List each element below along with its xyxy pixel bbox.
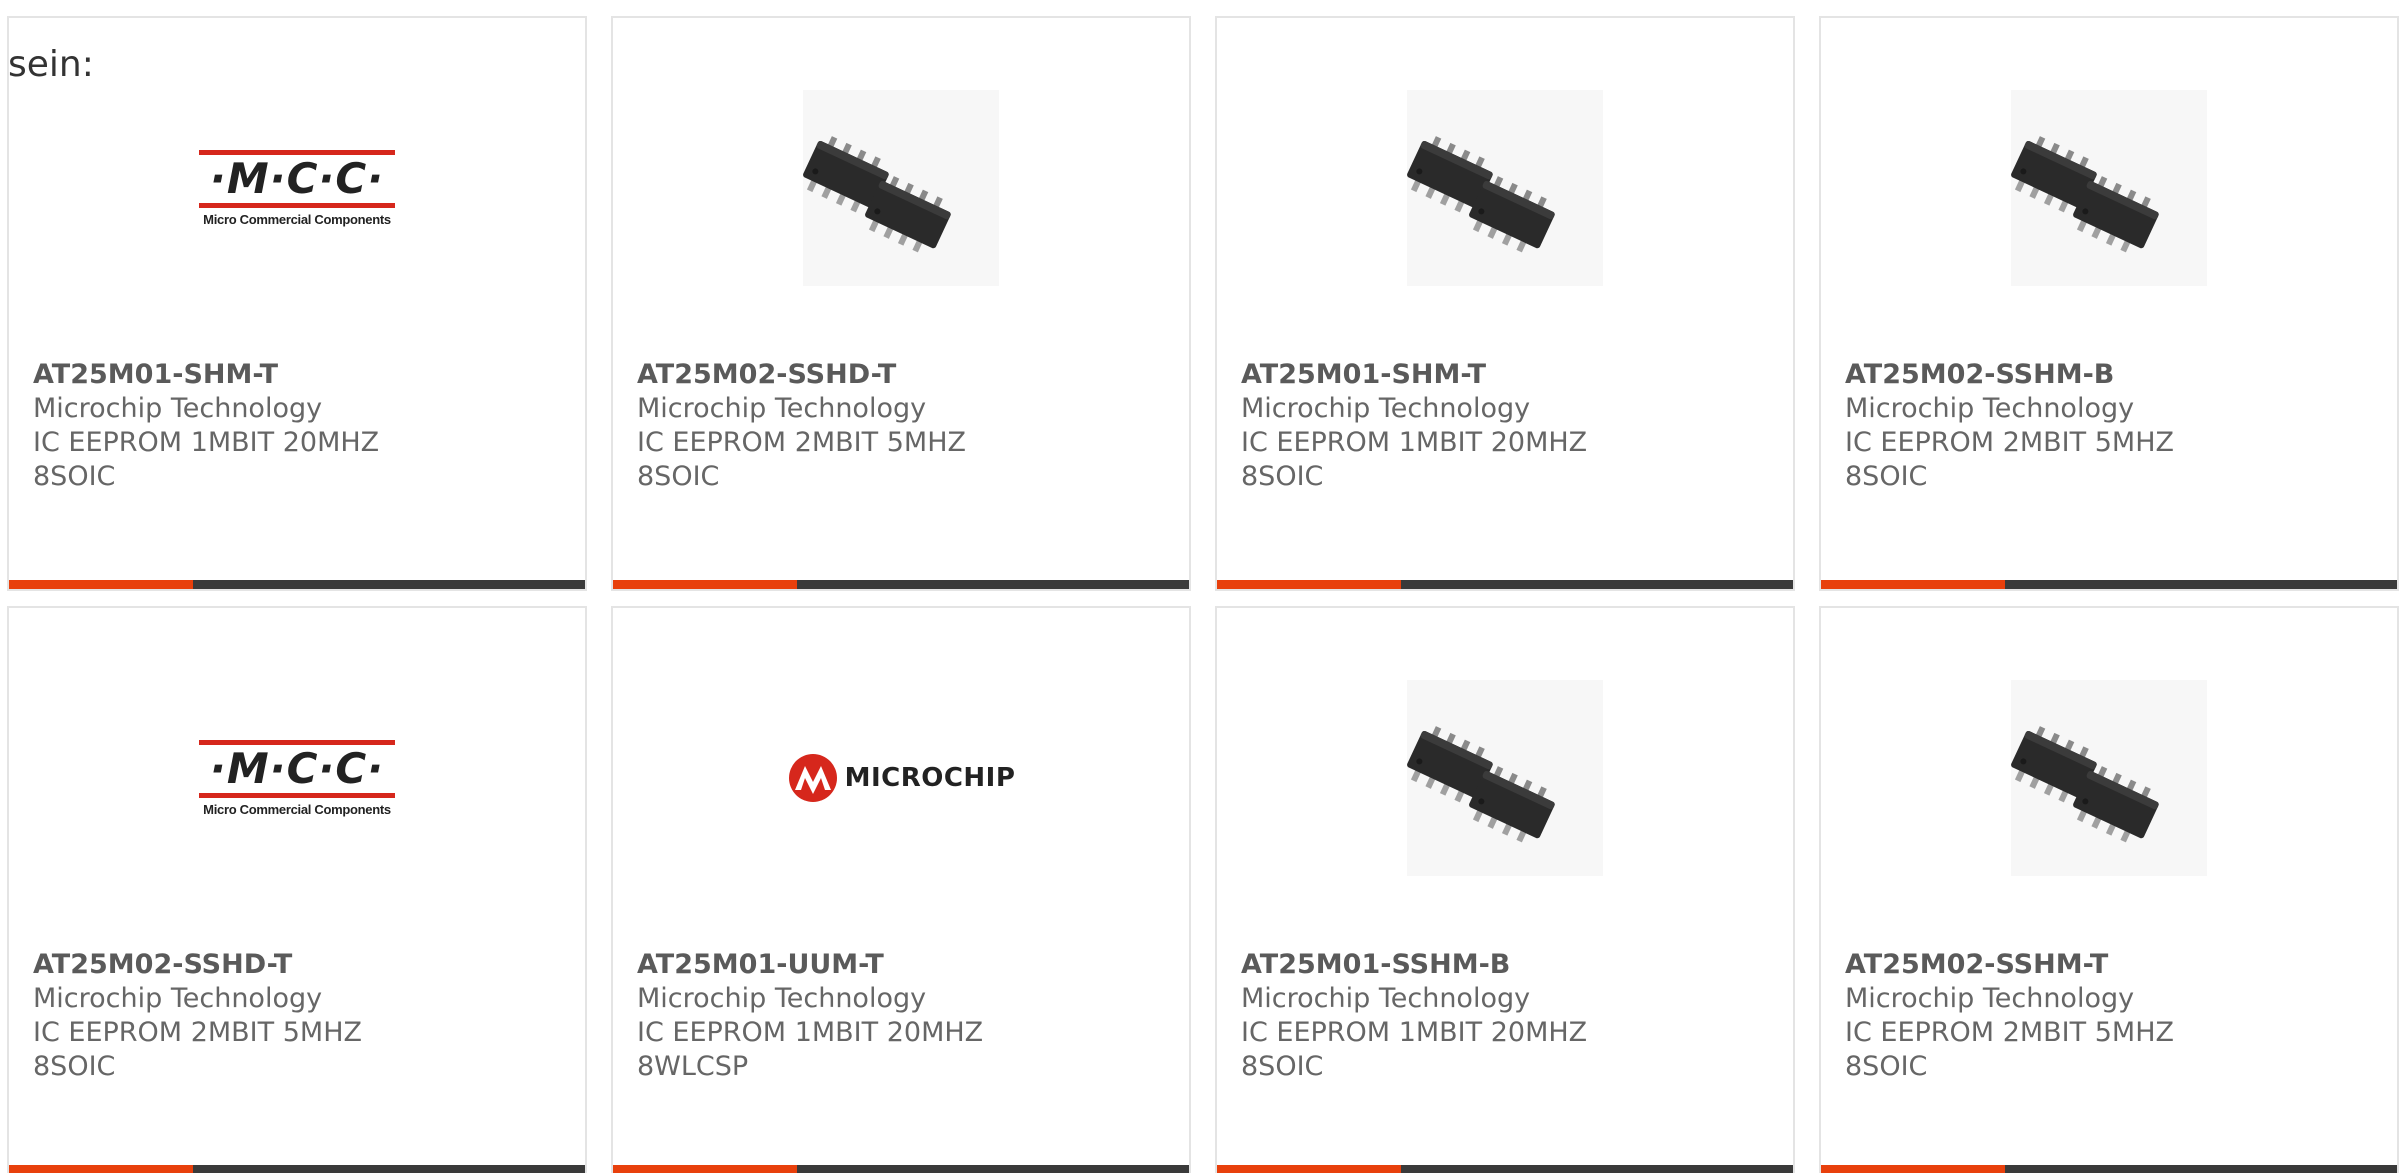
product-card[interactable]: AT25M01-SSHM-B Microchip Technology IC EEP… <box>1215 606 1795 1173</box>
soic-chip-icon <box>2011 680 2207 876</box>
manufacturer-name: Microchip Technology <box>33 983 323 1014</box>
product-image[interactable]: MICROCHIP <box>613 668 1189 888</box>
microchip-emblem-icon <box>788 754 837 802</box>
manufacturer-name: Microchip Technology <box>637 393 927 424</box>
card-accent-bar <box>1821 1165 2006 1173</box>
part-number-link[interactable]: AT25M01-SSHM-B <box>1241 948 1769 982</box>
card-accent-bar <box>9 580 194 589</box>
part-number-link[interactable]: AT25M02-SSHM-B <box>1845 358 2373 392</box>
manufacturer-name: Microchip Technology <box>637 983 927 1014</box>
manufacturer-name: Microchip Technology <box>1845 983 2135 1014</box>
card-accent-bar <box>613 1165 798 1173</box>
product-grid-page: sein: ·M·C·C· Micro Commercial Components… <box>0 0 2400 1173</box>
product-info: AT25M01-UUM-T Microchip Technology IC EEPR… <box>637 948 1165 1084</box>
product-image[interactable] <box>1217 78 1793 298</box>
product-info: AT25M02-SSHM-T Microchip Technology IC EEP… <box>1845 948 2373 1084</box>
part-number-link[interactable]: AT25M01-SHM-T <box>33 358 561 392</box>
microchip-logo: MICROCHIP <box>787 752 1016 804</box>
mcc-letters: ·M·C·C· <box>209 743 385 793</box>
card-bottom-bar <box>9 1165 585 1173</box>
card-bottom-bar <box>613 1165 1189 1173</box>
product-description: IC EEPROM 2MBIT 5MHZ 8SOIC <box>637 427 966 492</box>
manufacturer-name: Microchip Technology <box>1241 983 1531 1014</box>
part-number-link[interactable]: AT25M02-SSHD-T <box>33 948 561 982</box>
product-description: IC EEPROM 2MBIT 5MHZ 8SOIC <box>33 1017 362 1082</box>
mcc-letters: ·M·C·C· <box>209 153 385 203</box>
card-bottom-bar <box>613 580 1189 589</box>
product-card[interactable]: MICROCHIP AT25M01-UUM-T Microchip Technolo… <box>611 606 1191 1173</box>
card-bottom-bar <box>1821 1165 2397 1173</box>
part-number-link[interactable]: AT25M02-SSHD-T <box>637 358 1165 392</box>
product-description: IC EEPROM 2MBIT 5MHZ 8SOIC <box>1845 427 2174 492</box>
soic-chip-icon <box>1407 90 1603 286</box>
mcc-subtitle: Micro Commercial Components <box>203 211 391 227</box>
product-card[interactable]: AT25M02-SSHM-B Microchip Technology IC EEP… <box>1819 16 2399 591</box>
product-info: AT25M02-SSHM-B Microchip Technology IC EEP… <box>1845 358 2373 494</box>
manufacturer-name: Microchip Technology <box>33 393 323 424</box>
part-number-link[interactable]: AT25M02-SSHM-T <box>1845 948 2373 982</box>
product-card[interactable]: ·M·C·C· Micro Commercial Components AT25M0… <box>7 606 587 1173</box>
product-card[interactable]: AT25M02-SSHD-T Microchip Technology IC EEP… <box>611 16 1191 591</box>
manufacturer-name: Microchip Technology <box>1241 393 1531 424</box>
card-accent-bar <box>1217 1165 1402 1173</box>
mcc-subtitle: Micro Commercial Components <box>203 801 391 817</box>
card-accent-bar <box>1821 580 2006 589</box>
product-card[interactable]: AT25M01-SHM-T Microchip Technology IC EEPR… <box>1215 16 1795 591</box>
soic-chip-icon <box>803 90 999 286</box>
product-image[interactable]: ·M·C·C· Micro Commercial Components <box>9 78 585 298</box>
product-image[interactable] <box>1821 668 2397 888</box>
soic-chip-icon <box>1407 680 1603 876</box>
product-image[interactable] <box>1821 78 2397 298</box>
product-image[interactable] <box>1217 668 1793 888</box>
card-bottom-bar <box>1821 580 2397 589</box>
card-bottom-bar <box>1217 580 1793 589</box>
product-card[interactable]: AT25M02-SSHM-T Microchip Technology IC EEP… <box>1819 606 2399 1173</box>
product-description: IC EEPROM 1MBIT 20MHZ 8WLCSP <box>637 1017 984 1082</box>
card-accent-bar <box>613 580 798 589</box>
product-description: IC EEPROM 2MBIT 5MHZ 8SOIC <box>1845 1017 2174 1082</box>
product-image[interactable] <box>613 78 1189 298</box>
product-info: AT25M01-SSHM-B Microchip Technology IC EEP… <box>1241 948 1769 1084</box>
manufacturer-name: Microchip Technology <box>1845 393 2135 424</box>
mcc-logo: ·M·C·C· Micro Commercial Components <box>199 149 395 227</box>
card-bottom-bar <box>1217 1165 1793 1173</box>
product-card[interactable]: ·M·C·C· Micro Commercial Components AT25M0… <box>7 16 587 591</box>
product-description: IC EEPROM 1MBIT 20MHZ 8SOIC <box>1241 427 1588 492</box>
product-image[interactable]: ·M·C·C· Micro Commercial Components <box>9 668 585 888</box>
logo-stripe <box>199 202 395 208</box>
part-number-link[interactable]: AT25M01-SHM-T <box>1241 358 1769 392</box>
mcc-logo: ·M·C·C· Micro Commercial Components <box>199 739 395 817</box>
intro-text: sein: <box>8 44 94 85</box>
product-info: AT25M01-SHM-T Microchip Technology IC EEPR… <box>33 358 561 494</box>
microchip-wordmark: MICROCHIP <box>844 763 1016 793</box>
part-number-link[interactable]: AT25M01-UUM-T <box>637 948 1165 982</box>
card-accent-bar <box>1217 580 1402 589</box>
card-bottom-bar <box>9 580 585 589</box>
product-info: AT25M02-SSHD-T Microchip Technology IC EEP… <box>637 358 1165 494</box>
product-info: AT25M01-SHM-T Microchip Technology IC EEPR… <box>1241 358 1769 494</box>
product-info: AT25M02-SSHD-T Microchip Technology IC EEP… <box>33 948 561 1084</box>
soic-chip-icon <box>2011 90 2207 286</box>
product-description: IC EEPROM 1MBIT 20MHZ 8SOIC <box>1241 1017 1588 1082</box>
card-accent-bar <box>9 1165 194 1173</box>
product-description: IC EEPROM 1MBIT 20MHZ 8SOIC <box>33 427 380 492</box>
logo-stripe <box>199 792 395 798</box>
